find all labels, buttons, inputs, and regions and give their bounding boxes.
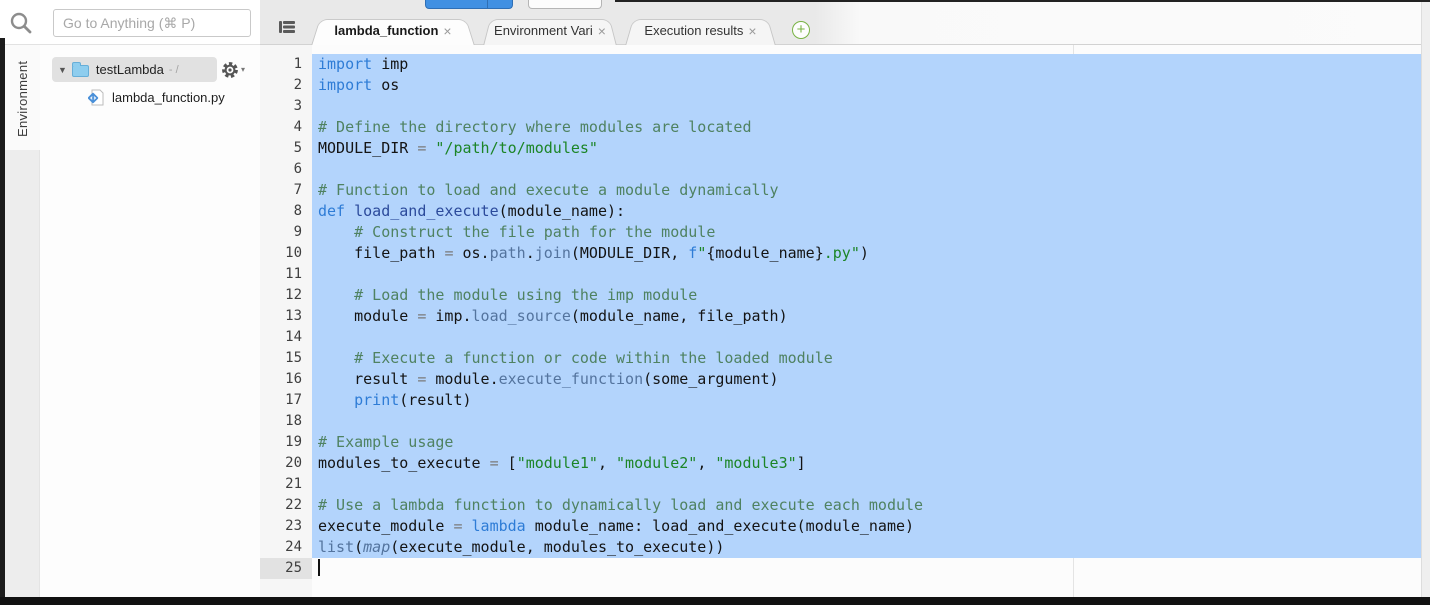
folder-name: testLambda bbox=[95, 62, 164, 77]
tab-close-icon[interactable]: × bbox=[443, 24, 451, 38]
code-line[interactable]: # Example usage bbox=[312, 432, 1421, 453]
line-number[interactable]: 13 bbox=[260, 306, 312, 327]
line-number[interactable]: 24 bbox=[260, 537, 312, 558]
window-edge-left bbox=[0, 38, 5, 598]
new-tab-button[interactable]: + bbox=[792, 21, 810, 39]
code-line[interactable]: result = module.execute_function(some_ar… bbox=[312, 369, 1421, 390]
line-number[interactable]: 9 bbox=[260, 222, 312, 243]
tab-label: Execution results bbox=[644, 23, 744, 38]
code-line[interactable]: print(result) bbox=[312, 390, 1421, 411]
open-files-icon[interactable] bbox=[278, 19, 296, 35]
code-line[interactable]: import os bbox=[312, 75, 1421, 96]
folder-path-suffix: - / bbox=[168, 63, 179, 76]
line-number[interactable]: 15 bbox=[260, 348, 312, 369]
tree-file-row[interactable]: lambda_function.py bbox=[88, 86, 225, 108]
line-number[interactable]: 25 bbox=[260, 558, 312, 579]
tab-label: lambda_function bbox=[334, 23, 439, 38]
line-number[interactable]: 7 bbox=[260, 180, 312, 201]
code-line[interactable]: list(map(execute_module, modules_to_exec… bbox=[312, 537, 1421, 558]
line-number[interactable]: 1 bbox=[260, 54, 312, 75]
code-line[interactable] bbox=[312, 558, 1421, 579]
line-number[interactable]: 16 bbox=[260, 369, 312, 390]
tab-label: Environment Vari bbox=[494, 23, 593, 38]
tab-close-icon[interactable]: × bbox=[748, 24, 756, 38]
folder-icon bbox=[71, 61, 89, 77]
line-number[interactable]: 14 bbox=[260, 327, 312, 348]
panel-tab-environment-label: Environment bbox=[15, 60, 30, 137]
tree-settings-button[interactable]: ▾ bbox=[221, 57, 245, 82]
file-name: lambda_function.py bbox=[112, 89, 225, 105]
file-tree: ▼ testLambda - / ▾ lambda_function.py bbox=[40, 45, 260, 597]
editor-header: lambda_function × Environment Vari × Exe… bbox=[260, 0, 1430, 46]
line-number[interactable]: 2 bbox=[260, 75, 312, 96]
save-button-fragment[interactable] bbox=[425, 0, 513, 9]
line-number[interactable]: 19 bbox=[260, 432, 312, 453]
code-line[interactable]: execute_module = lambda module_name: loa… bbox=[312, 516, 1421, 537]
code-line[interactable]: # Execute a function or code within the … bbox=[312, 348, 1421, 369]
line-number[interactable]: 21 bbox=[260, 474, 312, 495]
gear-icon bbox=[222, 61, 238, 78]
line-number[interactable]: 5 bbox=[260, 138, 312, 159]
goto-anything-input[interactable] bbox=[53, 9, 251, 37]
gear-caret-icon: ▾ bbox=[241, 65, 246, 74]
code-line[interactable]: modules_to_execute = ["module1", "module… bbox=[312, 453, 1421, 474]
code-line[interactable] bbox=[312, 474, 1421, 495]
window-edge-top bbox=[615, 0, 1430, 2]
line-number[interactable]: 23 bbox=[260, 516, 312, 537]
code-line[interactable]: # Define the directory where modules are… bbox=[312, 117, 1421, 138]
python-file-icon bbox=[88, 89, 104, 105]
code-editor[interactable]: 1 2 3 4 5 6 7 8 9 10 11 12 13 14 15 16 17 18 19 20 21 22 23 24 2… bbox=[260, 0, 1430, 597]
code-lines: import imp import os # Define the director… bbox=[312, 45, 1421, 597]
code-line[interactable] bbox=[312, 96, 1421, 117]
text-cursor bbox=[318, 559, 320, 576]
tab-lambda-function[interactable]: lambda_function × bbox=[311, 16, 475, 46]
code-line[interactable] bbox=[312, 264, 1421, 285]
line-number[interactable]: 10 bbox=[260, 243, 312, 264]
code-line[interactable]: # Function to load and execute a module … bbox=[312, 180, 1421, 201]
panel-rail: Environment bbox=[5, 45, 40, 597]
line-number[interactable]: 12 bbox=[260, 285, 312, 306]
line-number[interactable]: 11 bbox=[260, 264, 312, 285]
code-line[interactable]: # Use a lambda function to dynamically l… bbox=[312, 495, 1421, 516]
code-line[interactable]: file_path = os.path.join(MODULE_DIR, f"{… bbox=[312, 243, 1421, 264]
code-line[interactable] bbox=[312, 327, 1421, 348]
tab-bar: lambda_function × Environment Vari × Exe… bbox=[311, 15, 791, 46]
code-line[interactable]: # Construct the file path for the module bbox=[312, 222, 1421, 243]
gutter: 1 2 3 4 5 6 7 8 9 10 11 12 13 14 15 16 17 18 19 20 21 22 23 24 2… bbox=[260, 45, 312, 597]
code-line[interactable] bbox=[312, 411, 1421, 432]
line-number[interactable]: 22 bbox=[260, 495, 312, 516]
line-number[interactable]: 17 bbox=[260, 390, 312, 411]
code-line[interactable]: import imp bbox=[312, 54, 1421, 75]
code-line[interactable]: module = imp.load_source(module_name, fi… bbox=[312, 306, 1421, 327]
line-number[interactable]: 8 bbox=[260, 201, 312, 222]
disclosure-triangle-icon[interactable]: ▼ bbox=[58, 65, 67, 75]
code-line[interactable]: # Load the module using the imp module bbox=[312, 285, 1421, 306]
tab-execution-results[interactable]: Execution results × bbox=[625, 16, 776, 46]
line-number[interactable]: 20 bbox=[260, 453, 312, 474]
vertical-scrollbar[interactable] bbox=[1421, 0, 1430, 597]
code-line[interactable] bbox=[312, 159, 1421, 180]
line-number[interactable]: 3 bbox=[260, 96, 312, 117]
sidebar-header bbox=[0, 0, 260, 45]
code-line[interactable]: def load_and_execute(module_name): bbox=[312, 201, 1421, 222]
test-button-fragment[interactable] bbox=[528, 0, 602, 9]
line-number[interactable]: 6 bbox=[260, 159, 312, 180]
tab-environment-variables[interactable]: Environment Vari × bbox=[483, 16, 617, 46]
tree-folder-row[interactable]: ▼ testLambda - / bbox=[52, 57, 217, 82]
line-number[interactable]: 4 bbox=[260, 117, 312, 138]
code-line[interactable]: MODULE_DIR = "/path/to/modules" bbox=[312, 138, 1421, 159]
line-number[interactable]: 18 bbox=[260, 411, 312, 432]
panel-tab-environment[interactable]: Environment bbox=[5, 45, 40, 150]
ide-window: Environment ▼ testLambda - / ▾ lambda_fu… bbox=[0, 0, 1430, 605]
window-edge-bottom bbox=[0, 597, 1430, 605]
tab-close-icon[interactable]: × bbox=[598, 24, 606, 38]
search-icon[interactable] bbox=[8, 10, 34, 36]
